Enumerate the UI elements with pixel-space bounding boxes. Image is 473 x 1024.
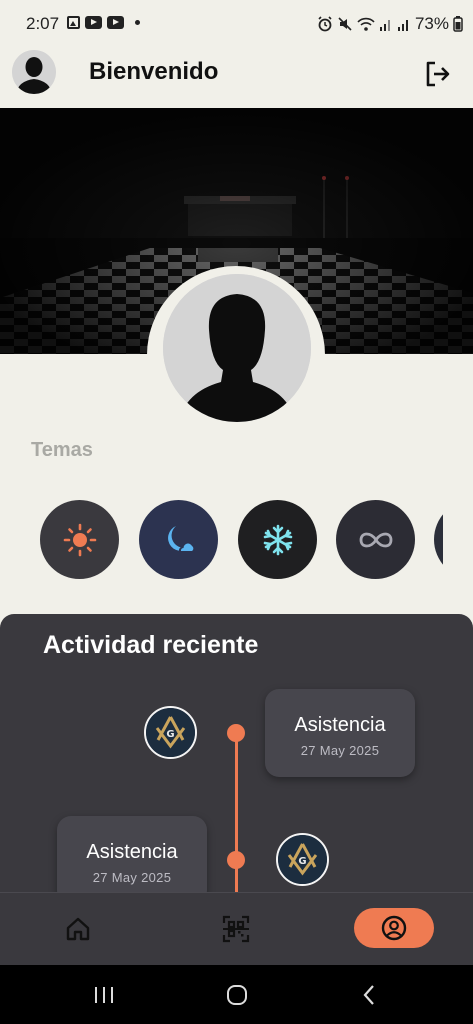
theme-light-button[interactable] (40, 500, 119, 579)
youtube-icon (107, 16, 124, 29)
logout-icon (426, 61, 450, 87)
user-silhouette-icon (163, 274, 311, 422)
nav-home-button[interactable] (56, 911, 100, 947)
page-title: Bienvenido (89, 58, 219, 85)
back-icon (363, 985, 374, 1005)
system-nav-bar (0, 965, 473, 1024)
recents-button[interactable] (92, 983, 116, 1007)
profile-avatar[interactable] (163, 274, 311, 422)
moon-cloud-icon (167, 525, 196, 553)
activity-card-title: Asistencia (86, 841, 178, 863)
activity-card-title: Asistencia (294, 714, 386, 736)
timeline-dot (227, 851, 245, 869)
svg-text:G: G (298, 856, 306, 867)
activity-card-date: 27 May 2025 (300, 743, 380, 758)
activity-panel: Actividad reciente G Asistencia 27 May 2… (0, 614, 473, 892)
timeline-dot (227, 724, 245, 742)
user-avatar[interactable] (12, 50, 56, 94)
image-icon (67, 16, 80, 29)
bottom-nav (0, 892, 473, 965)
recents-icon (95, 987, 113, 1003)
nav-profile-button[interactable] (354, 908, 434, 948)
back-button[interactable] (358, 983, 382, 1007)
snowflake-icon (263, 524, 292, 555)
battery-text: 73% (414, 14, 449, 33)
battery-icon (453, 16, 463, 32)
activity-title: Actividad reciente (43, 631, 259, 659)
home-icon (66, 917, 90, 941)
wifi-icon (357, 17, 375, 31)
status-left-icons (67, 16, 140, 29)
theme-frost-button[interactable] (238, 500, 317, 579)
themes-title: Temas (31, 439, 93, 461)
logout-button[interactable] (424, 60, 452, 88)
theme-infinite-button[interactable] (336, 500, 415, 579)
theme-more-button[interactable] (434, 500, 443, 579)
masonic-logo-icon: G (144, 706, 197, 759)
alarm-icon (318, 16, 332, 32)
home-circle-icon (227, 985, 247, 1005)
profile-icon (381, 915, 407, 941)
qr-scan-icon (222, 915, 250, 943)
nav-qr-button[interactable] (214, 911, 258, 947)
dot-icon (135, 20, 140, 25)
system-home-button[interactable] (225, 983, 249, 1007)
svg-text:G: G (166, 729, 174, 740)
infinity-icon (359, 532, 392, 547)
theme-night-button[interactable] (139, 500, 218, 579)
activity-card[interactable]: Asistencia 27 May 2025 (57, 816, 207, 892)
signal-icon (397, 20, 408, 31)
status-time: 2:07 (26, 14, 60, 33)
status-right-icons: 73% (317, 14, 463, 34)
status-bar: 2:07 73% (0, 0, 473, 46)
activity-card-date: 27 May 2025 (92, 870, 172, 885)
sun-icon (63, 523, 96, 556)
mute-icon (338, 17, 352, 31)
masonic-logo-icon: G (276, 833, 329, 886)
theme-selector (0, 500, 443, 580)
activity-card[interactable]: Asistencia 27 May 2025 (265, 689, 415, 777)
youtube-icon (85, 16, 102, 29)
user-avatar-icon (12, 50, 56, 94)
signal-icon (379, 20, 390, 31)
